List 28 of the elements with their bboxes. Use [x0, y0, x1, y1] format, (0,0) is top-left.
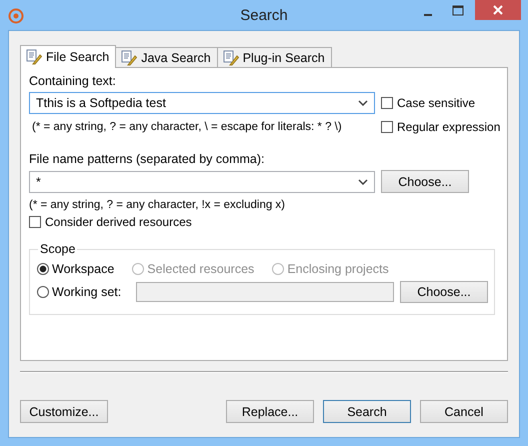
choose-button[interactable]: Choose... — [400, 281, 488, 303]
window-title: Search — [239, 7, 289, 24]
page-pen-icon — [26, 49, 42, 65]
checkbox[interactable]: Regular expression — [381, 120, 500, 134]
tab[interactable]: File Search — [20, 45, 116, 68]
hint-text: (* = any string, ? = any character, \ = escape for literals: * ? \) — [31, 121, 343, 133]
chevron-down-icon — [358, 100, 368, 106]
dialog-button[interactable]: Replace... — [226, 400, 314, 423]
app-icon — [8, 8, 24, 24]
field-label: Containing text: — [29, 74, 116, 88]
dialog-button[interactable]: Customize... — [20, 400, 108, 423]
working-set-field[interactable] — [136, 282, 394, 302]
dialog-button[interactable]: Cancel — [420, 400, 508, 423]
close-button[interactable] — [475, 0, 521, 20]
field-label: File name patterns (separated by comma): — [29, 152, 265, 166]
group-title: Scope — [38, 242, 78, 256]
tab[interactable]: Java Search — [115, 47, 218, 67]
file-pattern-combo[interactable]: * — [29, 170, 375, 192]
checkbox[interactable]: Consider derived resources — [29, 215, 192, 229]
checkbox[interactable]: Case sensitive — [381, 96, 476, 110]
containing-text-combo[interactable]: Tthis is a Softpedia test — [29, 92, 375, 114]
choose-button[interactable]: Choose... — [381, 170, 469, 193]
dialog-button[interactable]: Search — [323, 400, 411, 423]
radio-button[interactable]: Working set: — [37, 285, 136, 299]
hint-text: (* = any string, ? = any character, !x = excluding x) — [29, 199, 286, 211]
radio-button[interactable]: Workspace — [37, 262, 114, 276]
chevron-down-icon — [358, 178, 368, 184]
tab[interactable]: Plug-in Search — [216, 47, 332, 67]
